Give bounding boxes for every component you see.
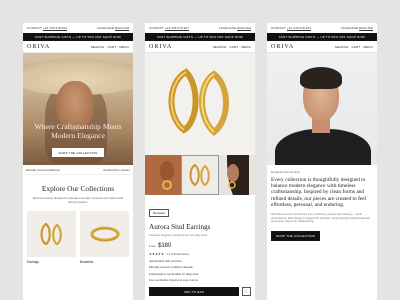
price-prefix: From bbox=[149, 244, 156, 248]
shop-collection-button[interactable]: SHOP THE COLLECTION bbox=[52, 148, 104, 157]
section-title: Explore Our Collections bbox=[41, 184, 115, 193]
search-link[interactable]: SEARCH bbox=[91, 45, 105, 49]
product-feature: Handcrafted with precision bbox=[149, 258, 182, 263]
contact-label: CONTACT bbox=[27, 26, 42, 30]
language-select[interactable]: ENGLISH bbox=[359, 26, 373, 30]
product-price: From $180 bbox=[149, 243, 251, 249]
section-subtitle: Discover jewelry designed to elevate eve… bbox=[32, 196, 124, 204]
promo-banner[interactable]: FAST SHIPPING GIFTS — UP TO 50% OFF SHOP… bbox=[23, 33, 133, 41]
phone-link[interactable]: +44 345 678 901 bbox=[43, 26, 67, 30]
menu-link[interactable]: MENU bbox=[119, 45, 129, 49]
brand-logo[interactable]: ORIVA bbox=[149, 44, 172, 50]
main-nav: ORIVA SEARCH CART MENU bbox=[267, 41, 377, 53]
language-label: LANGUAGE bbox=[340, 26, 359, 30]
thumbnail-model-side[interactable] bbox=[219, 155, 255, 195]
about-eyebrow: Designed with intention bbox=[271, 170, 300, 174]
main-nav: ORIVA SEARCH CART MENU bbox=[23, 41, 133, 53]
promo-banner[interactable]: FAST SHIPPING GIFTS — UP TO 50% OFF SHOP… bbox=[267, 33, 377, 41]
language-info: LANGUAGE ENGLISH bbox=[219, 26, 251, 30]
main-nav: ORIVA SEARCH CART MENU bbox=[145, 41, 255, 53]
bestseller-badge: Bestseller bbox=[149, 209, 170, 217]
bracelet-icon bbox=[90, 226, 119, 242]
promo-banner[interactable]: FAST SHIPPING GIFTS — UP TO 50% OFF SHOP… bbox=[145, 33, 255, 41]
earring-icon bbox=[189, 163, 210, 187]
star-icons: ★★★★★ bbox=[149, 252, 165, 256]
founder-portrait bbox=[267, 53, 377, 165]
product-info: Bestseller Aurora Stud Earrings Timeless… bbox=[145, 195, 255, 282]
feature-item: Ethically Sourced Materials bbox=[26, 167, 60, 172]
feature-item: Certified Fine Jewelry bbox=[103, 167, 130, 172]
menu-link[interactable]: MENU bbox=[241, 45, 251, 49]
utility-bar: CONTACT +44 345 678 901 LANGUAGE ENGLISH bbox=[267, 23, 377, 33]
cart-link[interactable]: CART bbox=[229, 45, 238, 49]
contact-label: CONTACT bbox=[149, 26, 164, 30]
hoop-earrings-icon bbox=[168, 68, 229, 136]
product-subtitle: Timeless elegance designed for everyday … bbox=[149, 233, 208, 237]
thumbnail-model[interactable] bbox=[145, 155, 181, 195]
about-lead: Every collection is thoughtfully designe… bbox=[271, 177, 367, 208]
hero-title: Where Craftsmanship Meets Modern Eleganc… bbox=[34, 122, 122, 140]
utility-bar: CONTACT +44 345 678 901 LANGUAGE ENGLISH bbox=[145, 23, 255, 33]
card-label: Earrings bbox=[27, 259, 39, 264]
menu-link[interactable]: MENU bbox=[363, 45, 373, 49]
contact-label: CONTACT bbox=[271, 26, 286, 30]
review-count: 4.9 (120 Reviews) bbox=[166, 252, 189, 256]
bracelets-image bbox=[80, 210, 129, 257]
product-title: Aurora Stud Earrings bbox=[149, 223, 211, 231]
search-link[interactable]: SEARCH bbox=[335, 45, 349, 49]
cart-link[interactable]: CART bbox=[351, 45, 360, 49]
language-label: LANGUAGE bbox=[96, 26, 115, 30]
model-ear-icon bbox=[160, 161, 174, 190]
brand-logo[interactable]: ORIVA bbox=[271, 44, 294, 50]
portrait-body bbox=[275, 129, 371, 165]
product-main-image[interactable] bbox=[145, 53, 255, 155]
portrait-hair bbox=[300, 67, 342, 89]
card-label: Bracelets bbox=[80, 259, 94, 264]
contact-info: CONTACT +44 345 678 901 bbox=[149, 26, 189, 30]
feature-strip: Ethically Sourced Materials Certified Fi… bbox=[23, 165, 133, 175]
product-feature: Lightweight & comfortable for daily wear bbox=[149, 271, 199, 276]
model-profile-icon bbox=[227, 155, 249, 195]
language-select[interactable]: ENGLISH bbox=[115, 26, 129, 30]
collection-card-bracelets[interactable]: Bracelets bbox=[80, 210, 129, 264]
product-thumbnails bbox=[145, 155, 255, 195]
contact-info: CONTACT +44 345 678 901 bbox=[27, 26, 67, 30]
price-amount: $180 bbox=[158, 243, 172, 249]
collection-cards: Earrings Bracelets bbox=[23, 205, 133, 264]
product-feature: Free worldwide shipping & easy returns bbox=[149, 278, 198, 282]
product-feature: Ethically sourced certified materials bbox=[149, 265, 193, 269]
phone-link[interactable]: +44 345 678 901 bbox=[165, 26, 189, 30]
thumbnail-product[interactable] bbox=[181, 155, 219, 195]
language-info: LANGUAGE ENGLISH bbox=[97, 26, 129, 30]
wishlist-heart-icon[interactable]: ♡ bbox=[242, 287, 251, 296]
cart-link[interactable]: CART bbox=[107, 45, 116, 49]
brand-logo[interactable]: ORIVA bbox=[27, 44, 50, 50]
contact-info: CONTACT +44 345 678 901 bbox=[271, 26, 311, 30]
product-screen: CONTACT +44 345 678 901 LANGUAGE ENGLISH… bbox=[145, 23, 255, 300]
earrings-image bbox=[27, 210, 76, 257]
phone-link[interactable]: +44 345 678 901 bbox=[287, 26, 311, 30]
about-text: Designed with intention Every collection… bbox=[267, 165, 377, 224]
home-screen: CONTACT +44 345 678 901 LANGUAGE ENGLISH… bbox=[23, 23, 133, 300]
language-select[interactable]: ENGLISH bbox=[237, 26, 251, 30]
product-rating[interactable]: ★★★★★ 4.9 (120 Reviews) bbox=[149, 252, 251, 256]
earring-icon bbox=[39, 222, 62, 245]
language-info: LANGUAGE ENGLISH bbox=[341, 26, 373, 30]
language-label: LANGUAGE bbox=[218, 26, 237, 30]
utility-bar: CONTACT +44 345 678 901 LANGUAGE ENGLISH bbox=[23, 23, 133, 33]
hero-banner: Where Craftsmanship Meets Modern Eleganc… bbox=[23, 53, 133, 165]
add-to-bag-button[interactable]: ADD TO BAG bbox=[149, 287, 239, 296]
shop-collection-button[interactable]: SHOP THE COLLECTION bbox=[271, 230, 321, 241]
search-link[interactable]: SEARCH bbox=[213, 45, 227, 49]
about-body: We believe jewelry should tell a story o… bbox=[271, 213, 370, 224]
about-screen: CONTACT +44 345 678 901 LANGUAGE ENGLISH… bbox=[267, 23, 377, 300]
product-actions: ADD TO BAG ♡ bbox=[145, 287, 255, 296]
collection-card-earrings[interactable]: Earrings bbox=[27, 210, 76, 264]
